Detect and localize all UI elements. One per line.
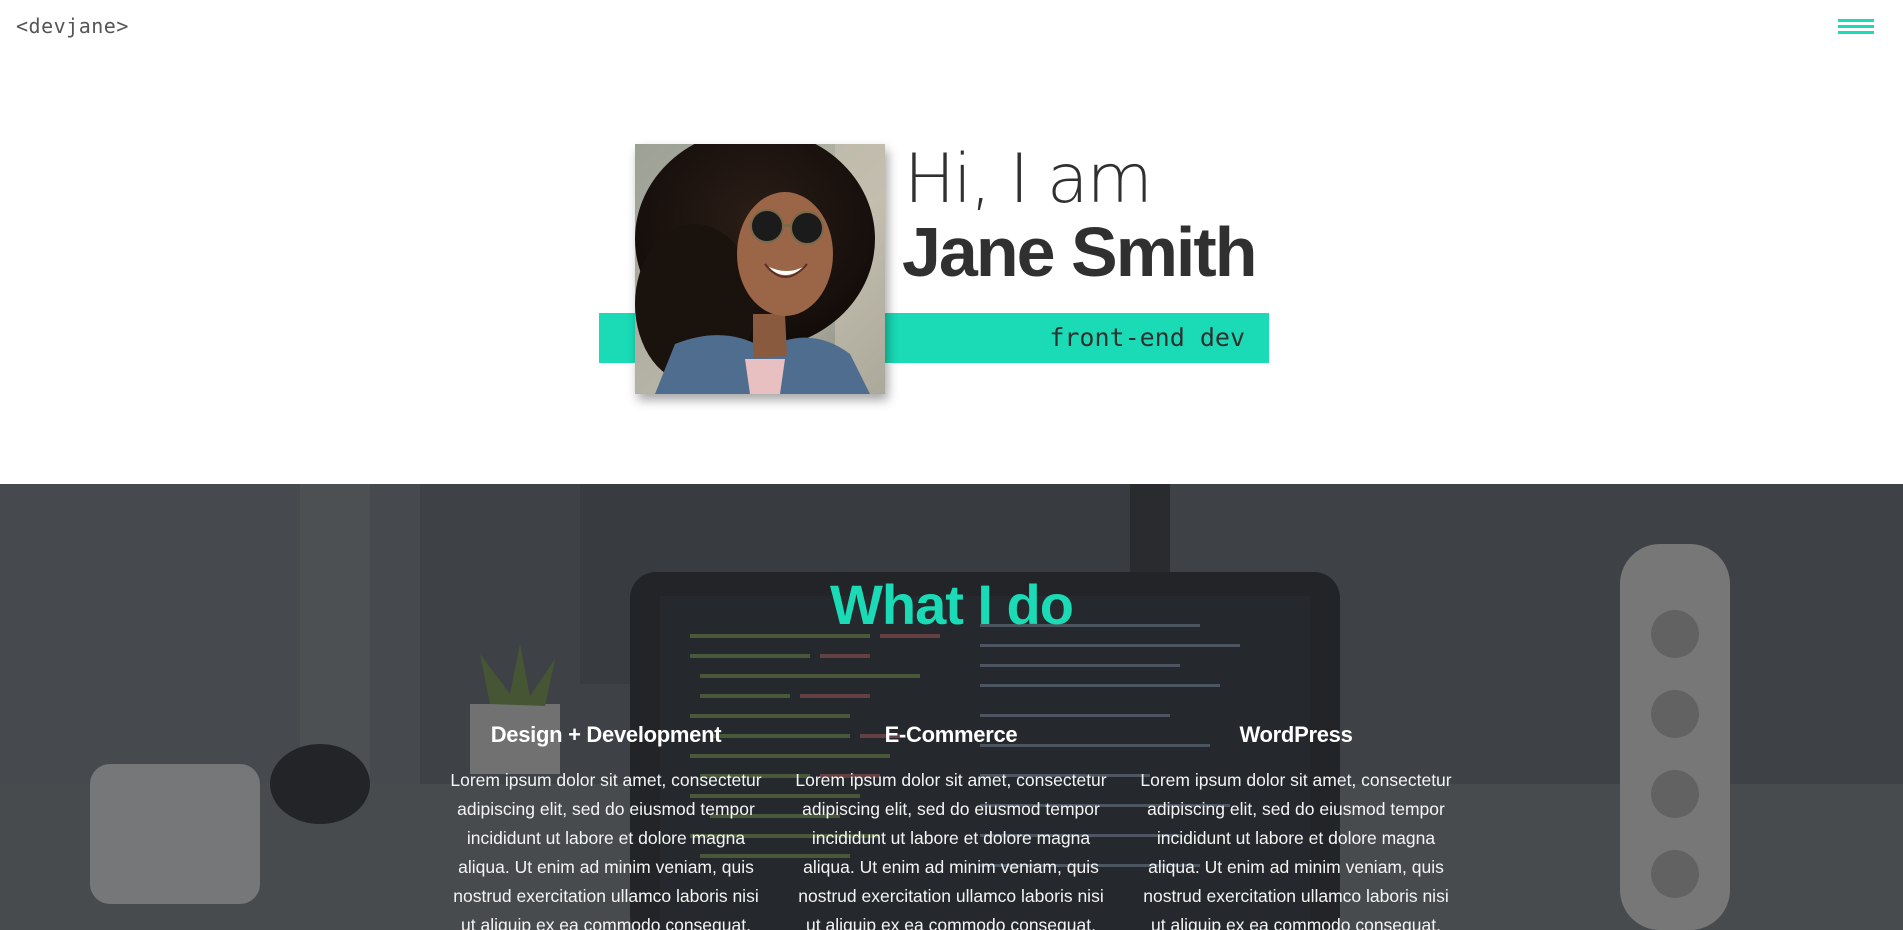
service-design-development: Design + Development Lorem ipsum dolor s… (446, 722, 766, 930)
service-e-commerce: E-Commerce Lorem ipsum dolor sit amet, c… (791, 722, 1111, 930)
service-title: E-Commerce (884, 722, 1018, 747)
profile-photo (635, 144, 885, 394)
service-title: WordPress (1239, 722, 1353, 747)
hero-name: Jane Smith (902, 213, 1257, 291)
services-section: What I do Design + Development Lorem ips… (0, 484, 1903, 930)
hero-section: Hi, I am Jane Smith front-end dev (0, 0, 1903, 484)
hero-greeting: Hi, I am (904, 140, 1153, 219)
hero-role: front-end dev (1049, 323, 1245, 352)
service-description: Lorem ipsum dolor sit amet, consectetur … (795, 770, 1107, 930)
service-title: Design + Development (490, 722, 722, 747)
service-wordpress: WordPress Lorem ipsum dolor sit amet, co… (1136, 722, 1456, 930)
service-description: Lorem ipsum dolor sit amet, consectetur … (450, 770, 762, 930)
services-title: What I do (830, 573, 1074, 636)
service-description: Lorem ipsum dolor sit amet, consectetur … (1140, 770, 1452, 930)
